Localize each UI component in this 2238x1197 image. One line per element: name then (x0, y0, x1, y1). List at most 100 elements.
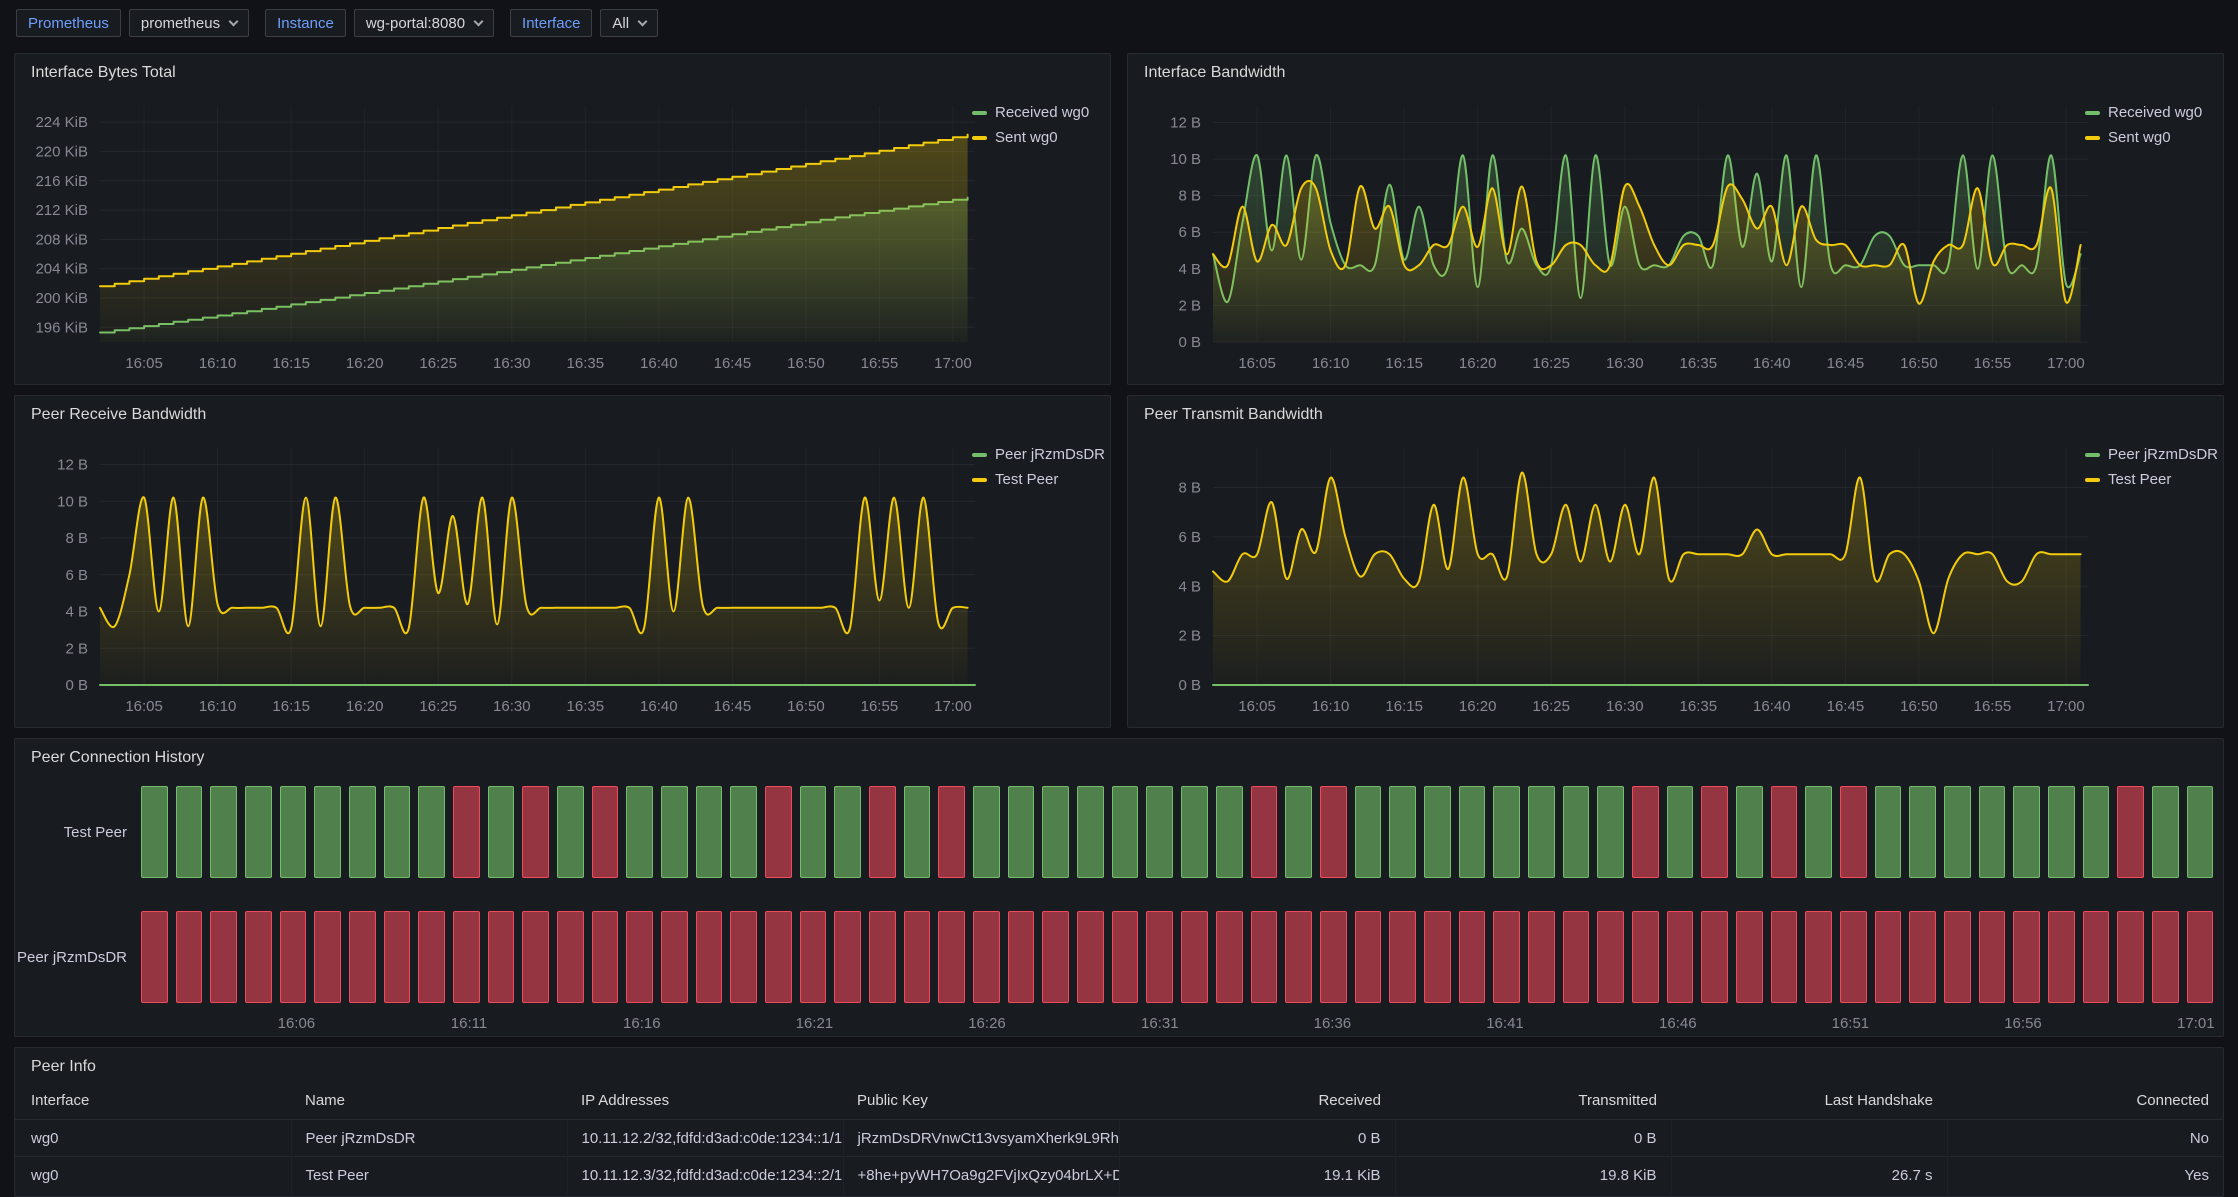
svg-text:16:05: 16:05 (125, 355, 163, 372)
panel-title[interactable]: Peer Receive Bandwidth (31, 406, 206, 424)
status-bar (1112, 911, 1139, 1003)
status-bar (2013, 911, 2040, 1003)
legend-swatch-icon (972, 111, 987, 115)
status-bar (661, 911, 688, 1003)
status-bar (522, 786, 549, 878)
status-bar (557, 911, 584, 1003)
time-series-plot[interactable]: 0 B2 B4 B6 B8 B10 B12 B16:0516:1016:1516… (15, 434, 1110, 727)
svg-text:204 KiB: 204 KiB (35, 261, 88, 278)
status-bar (176, 786, 203, 878)
status-bar (1597, 786, 1624, 878)
svg-text:16:35: 16:35 (1680, 355, 1718, 372)
status-bar (1181, 786, 1208, 878)
column-header[interactable]: Received (1119, 1088, 1395, 1120)
svg-text:16:15: 16:15 (272, 355, 310, 372)
status-bar (349, 786, 376, 878)
peer-info-table-header: InterfaceNameIP AddressesPublic KeyRecei… (15, 1088, 2223, 1120)
status-bar (2117, 786, 2144, 878)
variable-select-interface[interactable]: All (600, 9, 658, 37)
dashboard-grid: Interface Bytes Total 196 KiB200 KiB204 … (0, 45, 2238, 1197)
panel-title[interactable]: Peer Connection History (31, 749, 204, 767)
svg-text:4 B: 4 B (1178, 578, 1201, 595)
status-bar (2083, 786, 2110, 878)
panel-header: Peer Connection History (15, 739, 2223, 777)
status-bar (1216, 786, 1243, 878)
svg-text:216 KiB: 216 KiB (35, 173, 88, 190)
history-row-label: Peer jRzmDsDR (15, 911, 141, 1003)
status-bar (938, 911, 965, 1003)
status-bar (1493, 786, 1520, 878)
column-header[interactable]: Connected (1947, 1088, 2223, 1120)
chart-legend: Peer jRzmDsDRTest Peer (2085, 442, 2217, 492)
variable-select-prometheus[interactable]: prometheus (129, 9, 249, 37)
status-bars (141, 786, 2223, 878)
legend-swatch-icon (2085, 111, 2100, 115)
svg-text:16:50: 16:50 (787, 698, 825, 715)
status-bar (1216, 911, 1243, 1003)
legend-item[interactable]: Sent wg0 (2085, 125, 2217, 150)
legend-item[interactable]: Peer jRzmDsDR (2085, 442, 2217, 467)
legend-item[interactable]: Peer jRzmDsDR (972, 442, 1104, 467)
status-bar (592, 911, 619, 1003)
status-bar (1875, 786, 1902, 878)
time-series-plot[interactable]: 196 KiB200 KiB204 KiB208 KiB212 KiB216 K… (15, 92, 1110, 384)
chart-legend: Peer jRzmDsDRTest Peer (972, 442, 1104, 492)
table-cell: Yes (1947, 1157, 2223, 1194)
time-series-plot[interactable]: 0 B2 B4 B6 B8 B16:0516:1016:1516:2016:25… (1128, 434, 2223, 727)
status-bar (2152, 911, 2179, 1003)
status-bar (973, 911, 1000, 1003)
status-bar (1875, 911, 1902, 1003)
svg-text:16:15: 16:15 (1385, 355, 1423, 372)
panel-title[interactable]: Peer Info (31, 1058, 96, 1076)
status-bar (1944, 786, 1971, 878)
status-bar (1042, 786, 1069, 878)
legend-item[interactable]: Received wg0 (2085, 100, 2217, 125)
variable-select-instance[interactable]: wg-portal:8080 (354, 9, 494, 37)
panel-title[interactable]: Peer Transmit Bandwidth (1144, 406, 1323, 424)
svg-text:6 B: 6 B (65, 567, 88, 584)
status-bar (1528, 786, 1555, 878)
legend-item[interactable]: Received wg0 (972, 100, 1104, 125)
svg-text:16:10: 16:10 (199, 698, 237, 715)
panel-header: Interface Bytes Total (15, 54, 1110, 92)
table-cell (1671, 1120, 1947, 1157)
time-axis-label: 16:46 (1659, 1015, 1697, 1032)
status-bar (384, 786, 411, 878)
status-bar (1944, 911, 1971, 1003)
status-bar (592, 786, 619, 878)
status-bar (1459, 786, 1486, 878)
status-history-body: Test PeerPeer jRzmDsDR16:0616:1116:1616:… (15, 777, 2223, 1037)
status-bar (1424, 786, 1451, 878)
status-bar (1805, 786, 1832, 878)
panel-title[interactable]: Interface Bytes Total (31, 64, 176, 82)
status-bar (938, 786, 965, 878)
legend-item[interactable]: Sent wg0 (972, 125, 1104, 150)
svg-text:16:50: 16:50 (787, 355, 825, 372)
table-cell: 0 B (1395, 1120, 1671, 1157)
svg-text:200 KiB: 200 KiB (35, 290, 88, 307)
svg-text:224 KiB: 224 KiB (35, 114, 88, 131)
column-header[interactable]: Name (291, 1088, 567, 1120)
status-bar (418, 911, 445, 1003)
variable-value-prometheus: prometheus (141, 15, 220, 32)
column-header[interactable]: Transmitted (1395, 1088, 1671, 1120)
svg-text:16:15: 16:15 (272, 698, 310, 715)
status-bar (314, 786, 341, 878)
status-bar (2013, 786, 2040, 878)
column-header[interactable]: Interface (15, 1088, 291, 1120)
status-bar (696, 911, 723, 1003)
column-header[interactable]: Public Key (843, 1088, 1119, 1120)
status-bar (1840, 786, 1867, 878)
chart-svg: 0 B2 B4 B6 B8 B16:0516:1016:1516:2016:25… (1128, 434, 2223, 727)
variable-value-interface: All (612, 15, 629, 32)
panel-interface-bytes-total: Interface Bytes Total 196 KiB200 KiB204 … (14, 53, 1111, 385)
svg-text:16:45: 16:45 (714, 355, 752, 372)
legend-item[interactable]: Test Peer (972, 467, 1104, 492)
variable-label-prometheus: Prometheus (16, 9, 121, 37)
column-header[interactable]: IP Addresses (567, 1088, 843, 1120)
panel-title[interactable]: Interface Bandwidth (1144, 64, 1285, 82)
time-series-plot[interactable]: 0 B2 B4 B6 B8 B10 B12 B16:0516:1016:1516… (1128, 92, 2223, 384)
legend-item[interactable]: Test Peer (2085, 467, 2217, 492)
status-bars (141, 911, 2223, 1003)
column-header[interactable]: Last Handshake (1671, 1088, 1947, 1120)
